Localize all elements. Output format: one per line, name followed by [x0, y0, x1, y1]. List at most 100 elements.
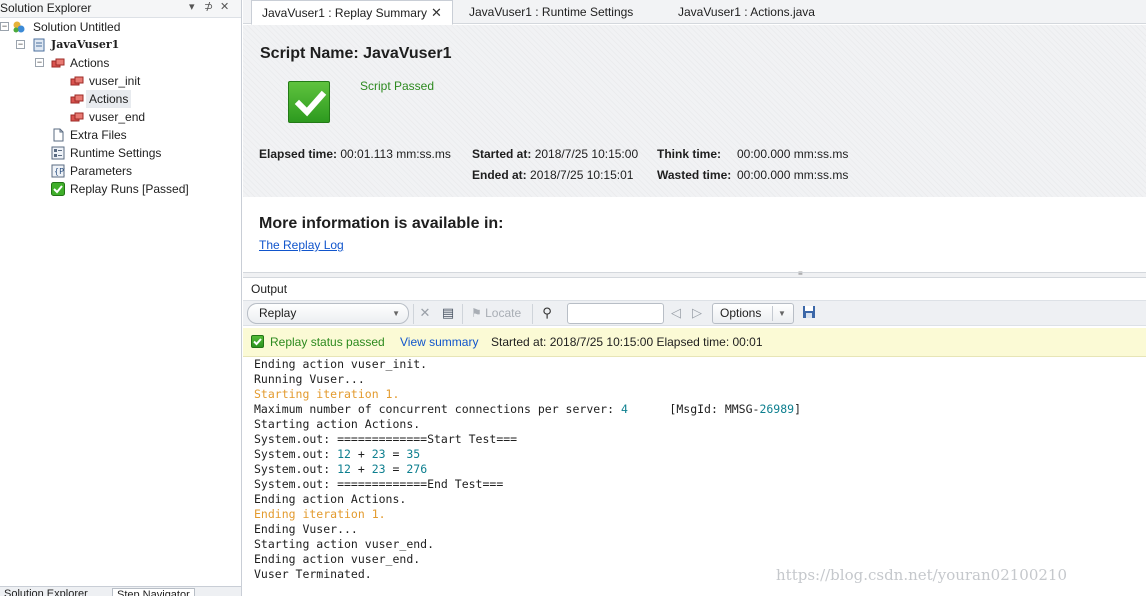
passed-check-icon	[251, 335, 264, 348]
tree-label-parameters: Parameters	[70, 164, 133, 178]
action-icon	[70, 76, 84, 86]
tree-label-replay-runs: Replay Runs [Passed]	[70, 182, 189, 196]
log-line: Starting action Actions.	[254, 417, 421, 431]
extra-files-icon	[53, 128, 64, 142]
script-name-heading: Script Name: JavaVuser1	[260, 45, 452, 63]
tree-item-vuser-end[interactable]: vuser_end	[0, 108, 240, 126]
log-line: System.out: 12 + 23 = 276	[254, 462, 428, 476]
solution-explorer-title: Solution Explorer	[0, 1, 92, 15]
panel-menu-icon[interactable]: ▾	[189, 0, 195, 13]
script-result: Script Passed	[360, 79, 435, 93]
started-at: Started at: 2018/7/25 10:15:00	[472, 147, 638, 161]
tab-solution-explorer[interactable]: Solution Explorer	[0, 588, 92, 596]
replay-status-text: Replay status passed	[270, 335, 385, 349]
locate-button[interactable]: ⚑ Locate	[471, 305, 521, 321]
wasted-label: Wasted time:	[657, 168, 732, 182]
passed-check-icon	[51, 182, 65, 196]
view-summary-link[interactable]: View summary	[400, 335, 478, 349]
panel-bottom-tabs: Solution Explorer Step Navigator	[0, 586, 241, 596]
solution-explorer-panel: Solution Explorer ▾ ⊅ ✕ − Solution Untit…	[0, 0, 242, 596]
output-log: Ending action vuser_init. Running Vuser..…	[254, 357, 1134, 595]
tree-label-extra-files: Extra Files	[70, 128, 127, 142]
options-button[interactable]: Options ▼	[712, 303, 794, 324]
tab-step-navigator[interactable]: Step Navigator	[112, 588, 195, 596]
elapsed-label: Elapsed time:	[259, 147, 338, 161]
collapse-icon[interactable]: −	[0, 22, 9, 31]
tab-actions-java-label: JavaVuser1 : Actions.java	[678, 5, 815, 19]
replay-status-details: Started at: 2018/7/25 10:15:00 Elapsed t…	[491, 335, 763, 349]
tab-runtime-settings[interactable]: JavaVuser1 : Runtime Settings	[459, 0, 643, 24]
output-toolbar: Replay ▼ ✕ ▤ ⚑ Locate ⚲ ◁ ▷ Options ▼	[243, 300, 1146, 326]
runtime-settings-icon	[51, 146, 65, 160]
log-line: Ending Vuser...	[254, 522, 358, 536]
tree-item-script[interactable]: − JavaVuser1	[0, 36, 240, 54]
log-line: System.out: 12 + 23 = 35	[254, 447, 421, 461]
log-line: Running Vuser...	[254, 372, 365, 386]
tree-item-solution[interactable]: − Solution Untitled	[0, 18, 240, 36]
started-label: Started at:	[472, 147, 532, 161]
collapse-icon[interactable]: −	[35, 58, 44, 67]
passed-check-icon	[288, 81, 330, 123]
wasted-value: 00:00.000 mm:ss.ms	[737, 168, 849, 182]
word-wrap-icon[interactable]: ▤	[440, 305, 456, 321]
output-panel: Output Replay ▼ ✕ ▤ ⚑ Locate ⚲ ◁ ▷ Optio…	[243, 278, 1146, 596]
ended-label: Ended at:	[472, 168, 527, 182]
ended-at: Ended at: 2018/7/25 10:15:01	[472, 168, 633, 182]
output-source-value: Replay	[259, 306, 297, 320]
script-name-label: Script Name:	[260, 45, 359, 62]
log-line: Maximum number of concurrent connections…	[254, 402, 802, 416]
chevron-down-icon: ▼	[392, 309, 400, 318]
solution-icon	[13, 21, 25, 33]
splitter-grip-icon[interactable]: ≡	[798, 269, 803, 278]
next-icon[interactable]: ▷	[689, 305, 705, 321]
more-info-section: More information is available in: The Re…	[243, 197, 1146, 272]
more-info-title: More information is available in:	[259, 215, 504, 232]
collapse-icon[interactable]: −	[16, 40, 25, 49]
script-name-value: JavaVuser1	[363, 45, 452, 62]
svg-text:{P}: {P}	[54, 167, 65, 176]
tree-label-solution: Solution Untitled	[33, 20, 121, 34]
think-time-value-cell: 00:00.000 mm:ss.ms	[737, 147, 848, 161]
replay-log-link[interactable]: The Replay Log	[259, 238, 344, 252]
think-label: Think time:	[657, 147, 722, 161]
tree-item-actions-folder[interactable]: − Actions	[0, 54, 240, 72]
log-line: System.out: =============Start Test===	[254, 432, 518, 446]
tree-item-extra-files[interactable]: Extra Files	[0, 126, 240, 144]
log-line: Ending iteration 1.	[254, 507, 386, 521]
search-icon[interactable]: ⚲	[539, 305, 555, 321]
tab-actions-java[interactable]: JavaVuser1 : Actions.java	[668, 0, 825, 24]
log-line: Ending action vuser_end.	[254, 552, 421, 566]
tree-label-vuser-end: vuser_end	[89, 110, 146, 124]
chevron-down-icon[interactable]: ▼	[778, 304, 786, 323]
tree-label-runtime-settings: Runtime Settings	[70, 146, 162, 160]
think-value: 00:00.000 mm:ss.ms	[737, 147, 849, 161]
tree-item-runtime-settings[interactable]: Runtime Settings	[0, 144, 240, 162]
close-tab-icon[interactable]: ✕	[431, 5, 442, 20]
clear-icon[interactable]: ✕	[417, 305, 433, 321]
save-icon[interactable]	[801, 305, 817, 321]
previous-icon[interactable]: ◁	[668, 305, 684, 321]
output-source-select[interactable]: Replay ▼	[247, 303, 409, 324]
tree-item-vuser-init[interactable]: vuser_init	[0, 72, 240, 90]
watermark: https://blog.csdn.net/youran02100210	[776, 566, 1068, 584]
log-line: Ending action Actions.	[254, 492, 407, 506]
think-time: Think time:	[657, 147, 721, 161]
tree-item-replay-runs[interactable]: Replay Runs [Passed]	[0, 180, 240, 198]
output-title: Output	[251, 282, 288, 296]
tab-runtime-settings-label: JavaVuser1 : Runtime Settings	[469, 5, 634, 19]
close-icon[interactable]: ✕	[220, 0, 229, 13]
search-input[interactable]	[567, 303, 664, 324]
locate-label: Locate	[485, 306, 522, 320]
log-line: Ending action vuser_init.	[254, 357, 428, 371]
log-line: Starting iteration 1.	[254, 387, 400, 401]
actions-folder-icon	[51, 58, 65, 68]
log-line: Starting action vuser_end.	[254, 537, 435, 551]
pin-icon[interactable]: ⊅	[204, 0, 213, 13]
tab-replay-summary[interactable]: JavaVuser1 : Replay Summary ✕	[251, 0, 453, 25]
parameters-icon: {P}	[51, 164, 65, 178]
elapsed-value: 00:01.113 mm:ss.ms	[340, 147, 451, 161]
tree-item-parameters[interactable]: {P} Parameters	[0, 162, 240, 180]
tab-replay-summary-label: JavaVuser1 : Replay Summary	[262, 6, 427, 20]
tree-item-actions[interactable]: Actions	[0, 90, 240, 108]
tree-label-actions-folder: Actions	[70, 56, 110, 70]
